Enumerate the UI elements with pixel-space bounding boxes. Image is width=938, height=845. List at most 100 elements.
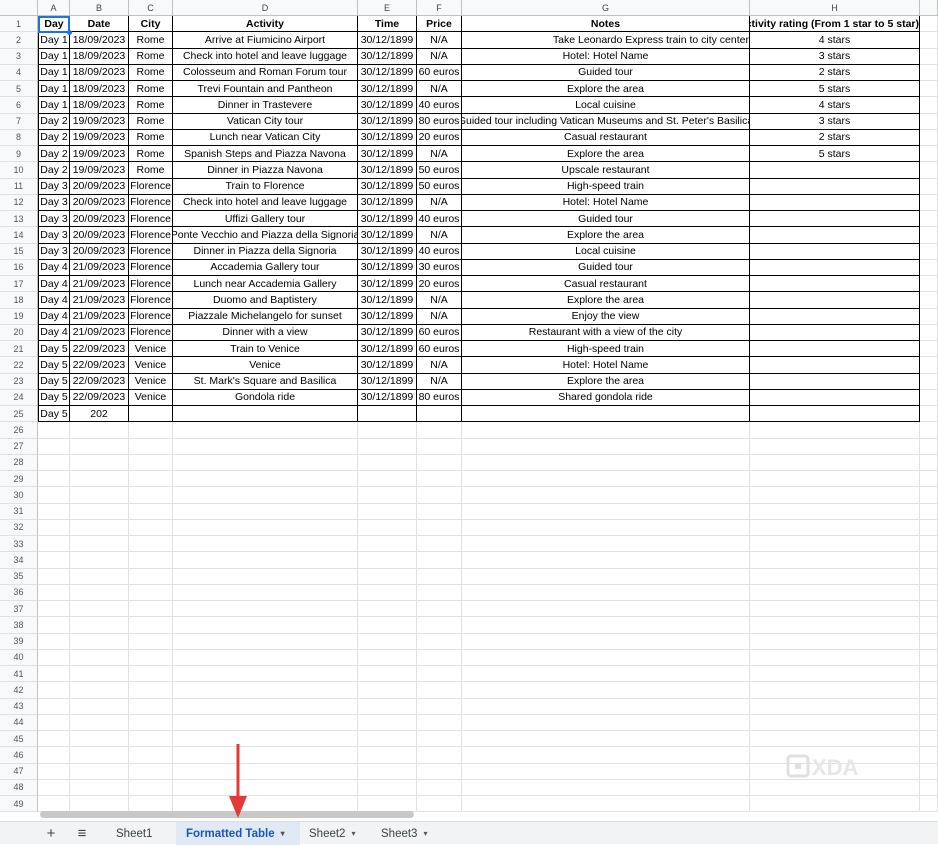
- empty-cell[interactable]: [750, 471, 920, 488]
- table-cell[interactable]: Arrive at Fiumicino Airport: [173, 32, 358, 49]
- row-header[interactable]: 13: [0, 211, 38, 228]
- table-cell[interactable]: 30/12/1899: [358, 97, 417, 114]
- empty-cell[interactable]: [173, 763, 358, 780]
- empty-cell[interactable]: [462, 438, 750, 455]
- row-header[interactable]: 49: [0, 796, 38, 813]
- column-header[interactable]: G: [462, 0, 750, 16]
- table-cell[interactable]: Explore the area: [462, 227, 750, 244]
- table-cell[interactable]: [750, 194, 920, 211]
- empty-cell[interactable]: [417, 747, 462, 764]
- table-cell[interactable]: Hotel: Hotel Name: [462, 357, 750, 374]
- empty-cell[interactable]: [70, 584, 129, 601]
- empty-cell[interactable]: [920, 601, 938, 618]
- table-cell[interactable]: Florence: [129, 308, 173, 325]
- add-sheet-button[interactable]: +: [40, 822, 62, 845]
- empty-cell[interactable]: [417, 649, 462, 666]
- table-cell[interactable]: 60 euros: [417, 324, 462, 341]
- empty-cell[interactable]: [920, 48, 938, 65]
- table-cell[interactable]: Florence: [129, 178, 173, 195]
- empty-cell[interactable]: [173, 617, 358, 634]
- row-header[interactable]: 45: [0, 731, 38, 748]
- row-header[interactable]: 48: [0, 779, 38, 796]
- row-header[interactable]: 35: [0, 568, 38, 585]
- empty-cell[interactable]: [920, 227, 938, 244]
- table-cell[interactable]: 18/09/2023: [70, 97, 129, 114]
- empty-cell[interactable]: [462, 747, 750, 764]
- table-cell[interactable]: 20/09/2023: [70, 194, 129, 211]
- empty-cell[interactable]: [129, 471, 173, 488]
- empty-cell[interactable]: [129, 552, 173, 569]
- table-cell[interactable]: [173, 406, 358, 423]
- empty-cell[interactable]: [920, 81, 938, 98]
- table-cell[interactable]: 21/09/2023: [70, 308, 129, 325]
- table-cell[interactable]: 18/09/2023: [70, 81, 129, 98]
- empty-cell[interactable]: [173, 682, 358, 699]
- table-cell[interactable]: Day 5: [38, 406, 70, 423]
- table-cell[interactable]: Hotel: Hotel Name: [462, 48, 750, 65]
- table-cell[interactable]: 5 stars: [750, 146, 920, 163]
- table-cell[interactable]: Venice: [129, 389, 173, 406]
- empty-cell[interactable]: [173, 649, 358, 666]
- table-cell[interactable]: 19/09/2023: [70, 146, 129, 163]
- table-cell[interactable]: 21/09/2023: [70, 276, 129, 293]
- row-header[interactable]: 11: [0, 178, 38, 195]
- empty-cell[interactable]: [358, 422, 417, 439]
- row-header[interactable]: 34: [0, 552, 38, 569]
- empty-cell[interactable]: [358, 682, 417, 699]
- table-cell[interactable]: 50 euros: [417, 162, 462, 179]
- empty-cell[interactable]: [920, 308, 938, 325]
- empty-cell[interactable]: [417, 617, 462, 634]
- empty-cell[interactable]: [462, 519, 750, 536]
- empty-cell[interactable]: [920, 649, 938, 666]
- empty-cell[interactable]: [70, 438, 129, 455]
- table-cell[interactable]: Local cuisine: [462, 97, 750, 114]
- empty-cell[interactable]: [358, 471, 417, 488]
- table-cell[interactable]: Guided tour: [462, 211, 750, 228]
- empty-cell[interactable]: [920, 763, 938, 780]
- table-cell[interactable]: Day 1: [38, 81, 70, 98]
- horizontal-scrollbar[interactable]: [40, 811, 414, 818]
- tab-sheet3[interactable]: Sheet3 ▾: [375, 822, 433, 845]
- table-cell[interactable]: Florence: [129, 292, 173, 309]
- empty-cell[interactable]: [462, 698, 750, 715]
- table-cell[interactable]: Train to Florence: [173, 178, 358, 195]
- chevron-down-icon[interactable]: ▾: [351, 829, 355, 838]
- row-header[interactable]: 39: [0, 633, 38, 650]
- table-cell[interactable]: Venice: [173, 357, 358, 374]
- table-cell[interactable]: Day 4: [38, 259, 70, 276]
- empty-cell[interactable]: [920, 162, 938, 179]
- empty-cell[interactable]: [129, 731, 173, 748]
- empty-cell[interactable]: [417, 519, 462, 536]
- table-cell[interactable]: Day 5: [38, 389, 70, 406]
- table-cell[interactable]: 3 stars: [750, 48, 920, 65]
- table-cell[interactable]: 80 euros: [417, 113, 462, 130]
- table-cell[interactable]: N/A: [417, 227, 462, 244]
- table-cell[interactable]: Enjoy the view: [462, 308, 750, 325]
- empty-cell[interactable]: [462, 568, 750, 585]
- empty-cell[interactable]: [173, 568, 358, 585]
- empty-cell[interactable]: [462, 617, 750, 634]
- empty-cell[interactable]: [358, 454, 417, 471]
- empty-cell[interactable]: [358, 536, 417, 553]
- row-header[interactable]: 7: [0, 113, 38, 130]
- table-cell[interactable]: 30/12/1899: [358, 373, 417, 390]
- tab-formatted-table[interactable]: Formatted Table ▾: [176, 822, 300, 845]
- row-header[interactable]: 8: [0, 129, 38, 146]
- empty-cell[interactable]: [417, 422, 462, 439]
- empty-cell[interactable]: [417, 666, 462, 683]
- empty-cell[interactable]: [750, 454, 920, 471]
- empty-cell[interactable]: [70, 568, 129, 585]
- table-cell[interactable]: Dinner in Piazza Navona: [173, 162, 358, 179]
- table-cell[interactable]: Dinner in Piazza della Signoria: [173, 243, 358, 260]
- empty-cell[interactable]: [920, 487, 938, 504]
- table-cell[interactable]: 40 euros: [417, 243, 462, 260]
- empty-cell[interactable]: [920, 406, 938, 423]
- empty-cell[interactable]: [462, 763, 750, 780]
- empty-cell[interactable]: [920, 796, 938, 813]
- empty-cell[interactable]: [920, 617, 938, 634]
- table-cell[interactable]: Day 3: [38, 178, 70, 195]
- table-cell[interactable]: 21/09/2023: [70, 292, 129, 309]
- table-cell[interactable]: [750, 243, 920, 260]
- empty-cell[interactable]: [417, 536, 462, 553]
- empty-cell[interactable]: [417, 698, 462, 715]
